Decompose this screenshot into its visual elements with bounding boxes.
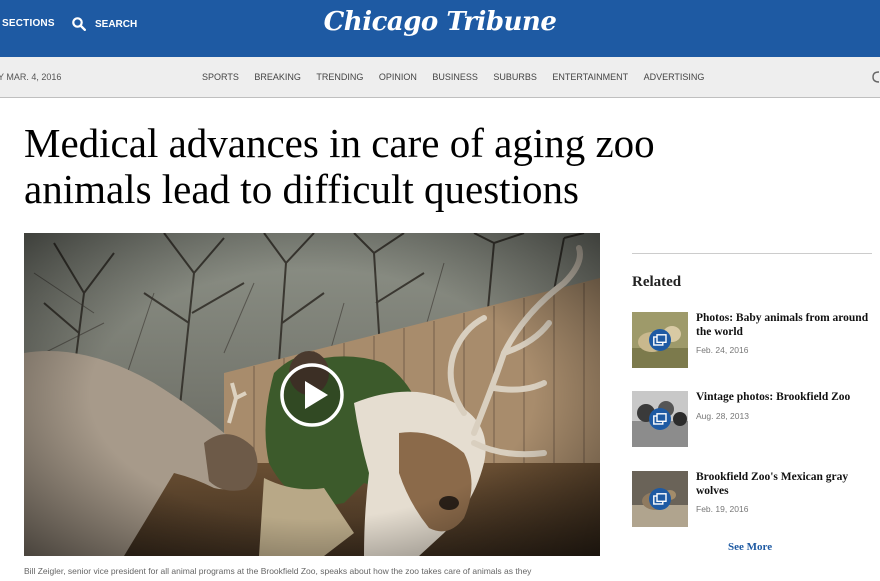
related-thumbnail[interactable] [632, 312, 688, 368]
related-title: Related [632, 274, 682, 290]
see-more-link[interactable]: See More [728, 541, 772, 553]
current-date: Y MAR. 4, 2016 [0, 72, 62, 82]
play-icon[interactable] [280, 363, 344, 427]
link-icon[interactable] [872, 70, 880, 84]
photo-caption: Bill Zeigler, senior vice president for … [24, 566, 532, 576]
related-thumbnail[interactable] [632, 391, 688, 447]
site-logo[interactable]: Chicago Tribune [0, 7, 880, 37]
related-headline[interactable]: Photos: Baby animals from around the wor… [696, 311, 872, 339]
headline-line-2: animals lead to difficult questions [24, 166, 579, 212]
related-divider [632, 253, 872, 254]
nav-link-advertising[interactable]: ADVERTISING [644, 72, 705, 82]
section-nav-bar: Y MAR. 4, 2016 SPORTS BREAKING TRENDING … [0, 57, 880, 98]
nav-link-trending[interactable]: TRENDING [316, 72, 363, 82]
related-headline[interactable]: Brookfield Zoo's Mexican gray wolves [696, 470, 872, 498]
related-headline[interactable]: Vintage photos: Brookfield Zoo [696, 390, 872, 404]
nav-link-opinion[interactable]: OPINION [379, 72, 417, 82]
section-nav: SPORTS BREAKING TRENDING OPINION BUSINES… [202, 72, 720, 82]
related-date: Aug. 28, 2013 [696, 411, 749, 421]
related-thumbnail[interactable] [632, 471, 688, 527]
gallery-icon [649, 408, 671, 430]
related-date: Feb. 24, 2016 [696, 345, 749, 355]
headline-line-1: Medical advances in care of aging zoo [24, 120, 655, 166]
gallery-icon [649, 488, 671, 510]
nav-link-sports[interactable]: SPORTS [202, 72, 239, 82]
article-video[interactable] [24, 233, 600, 556]
share-bar [24, 97, 138, 101]
nav-link-entertainment[interactable]: ENTERTAINMENT [552, 72, 628, 82]
nav-link-breaking[interactable]: BREAKING [254, 72, 301, 82]
article-headline: Medical advances in care of aging zoo an… [24, 120, 784, 212]
top-bar: SECTIONS SEARCH Chicago Tribune [0, 0, 880, 57]
gallery-icon [649, 329, 671, 351]
related-date: Feb. 19, 2016 [696, 504, 749, 514]
nav-link-suburbs[interactable]: SUBURBS [493, 72, 537, 82]
nav-link-business[interactable]: BUSINESS [432, 72, 478, 82]
